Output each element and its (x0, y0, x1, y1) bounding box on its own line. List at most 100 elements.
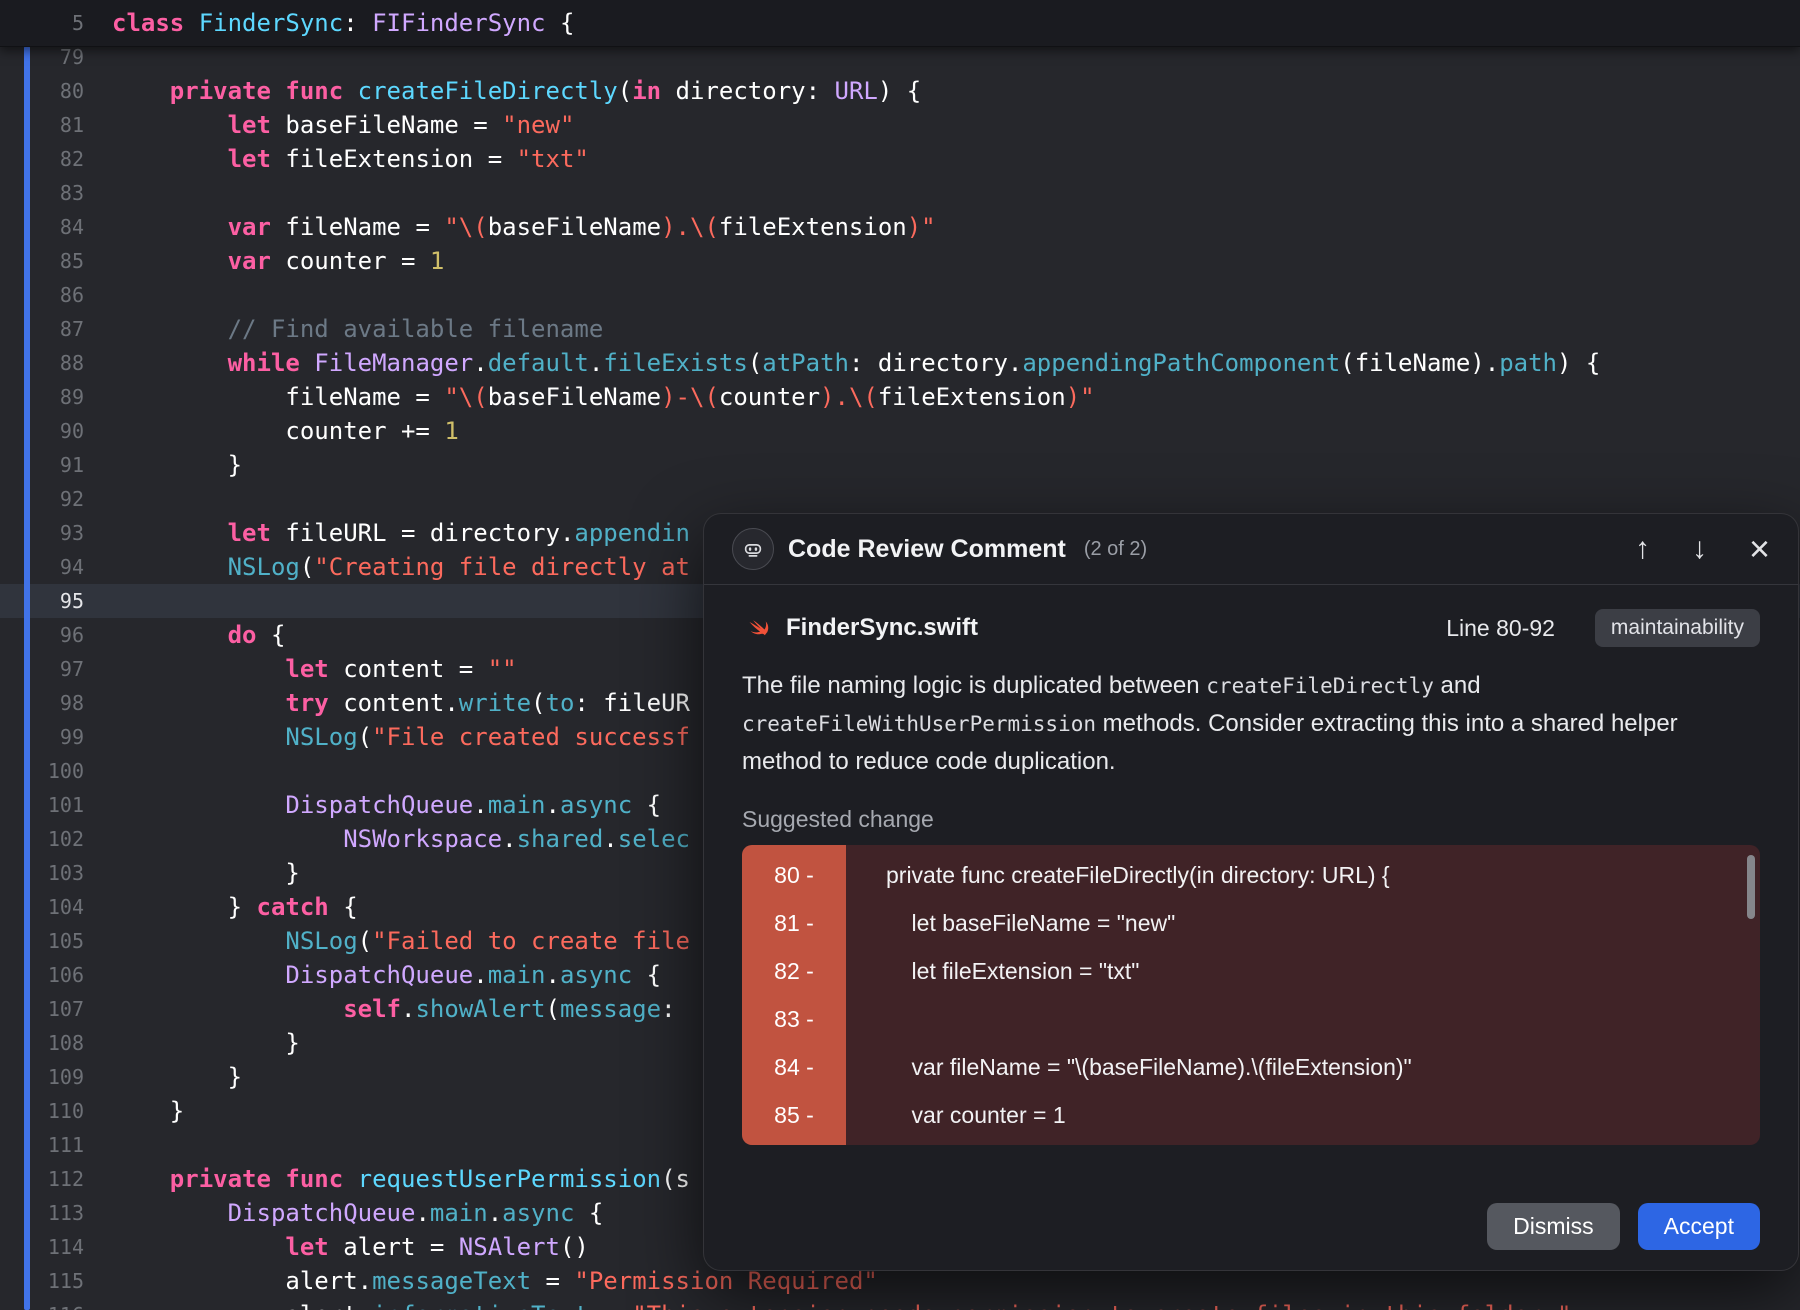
code-token: "txt" (517, 145, 589, 173)
line-number[interactable]: 87 (0, 317, 84, 341)
diff-line-number: 84 - (742, 1054, 846, 1081)
line-number[interactable]: 84 (0, 215, 84, 239)
code-line[interactable]: 80 private func createFileDirectly(in di… (0, 74, 1800, 108)
code-token: alert. (112, 1301, 372, 1310)
line-number[interactable]: 86 (0, 283, 84, 307)
line-number[interactable]: 114 (0, 1235, 84, 1259)
code-text: alert.messageText = "Permission Required… (112, 1267, 878, 1295)
line-number[interactable]: 88 (0, 351, 84, 375)
code-token: )" (907, 213, 936, 241)
code-line[interactable]: 84 var fileName = "\(baseFileName).\(fil… (0, 210, 1800, 244)
line-number[interactable]: 83 (0, 181, 84, 205)
line-number[interactable]: 85 (0, 249, 84, 273)
line-number[interactable]: 111 (0, 1133, 84, 1157)
code-token: ( (300, 553, 314, 581)
line-number[interactable]: 112 (0, 1167, 84, 1191)
code-token: . (473, 791, 487, 819)
line-number[interactable]: 100 (0, 759, 84, 783)
code-token: alert = (329, 1233, 459, 1261)
line-number[interactable]: 103 (0, 861, 84, 885)
comment-counter: (2 of 2) (1084, 538, 1147, 561)
code-token: : fileUR (574, 689, 690, 717)
line-number[interactable]: 93 (0, 521, 84, 545)
code-token: selec (618, 825, 690, 853)
line-number[interactable]: 96 (0, 623, 84, 647)
code-text: // Find available filename (112, 315, 603, 343)
suggested-change-diff[interactable]: 80 -private func createFileDirectly(in d… (742, 845, 1760, 1145)
diff-row: 82 - let fileExtension = "txt" (742, 947, 1760, 995)
line-number[interactable]: 89 (0, 385, 84, 409)
code-line[interactable]: 83 (0, 176, 1800, 210)
line-number[interactable]: 95 (0, 589, 84, 613)
code-line[interactable]: 87 // Find available filename (0, 312, 1800, 346)
line-number[interactable]: 101 (0, 793, 84, 817)
previous-comment-icon[interactable]: ↑ (1635, 534, 1650, 564)
code-line[interactable]: 88 while FileManager.default.fileExists(… (0, 346, 1800, 380)
line-number[interactable]: 110 (0, 1099, 84, 1123)
next-comment-icon[interactable]: ↓ (1692, 534, 1707, 564)
line-number[interactable]: 113 (0, 1201, 84, 1225)
code-token: . (415, 1199, 429, 1227)
code-text: try content.write(to: fileUR (112, 689, 690, 717)
diff-scrollbar[interactable] (1747, 855, 1755, 919)
code-line[interactable]: 116 alert.informativeText = "This extens… (0, 1298, 1800, 1310)
code-token: fileName = (271, 213, 444, 241)
code-token: . (502, 825, 516, 853)
code-token (112, 213, 228, 241)
code-line[interactable]: 81 let baseFileName = "new" (0, 108, 1800, 142)
line-number[interactable]: 97 (0, 657, 84, 681)
line-number[interactable]: 98 (0, 691, 84, 715)
line-number[interactable]: 81 (0, 113, 84, 137)
dismiss-button[interactable]: Dismiss (1487, 1203, 1620, 1250)
code-token: "\( (444, 213, 487, 241)
code-token: : (661, 995, 675, 1023)
code-token: )" (1066, 383, 1095, 411)
code-token (112, 689, 285, 717)
code-token: ) { (878, 77, 921, 105)
line-number[interactable]: 102 (0, 827, 84, 851)
code-token: let (228, 519, 271, 547)
code-line[interactable]: 85 var counter = 1 (0, 244, 1800, 278)
line-number[interactable]: 108 (0, 1031, 84, 1055)
code-token: "This extension needs permission to crea… (632, 1301, 1571, 1310)
line-number[interactable]: 99 (0, 725, 84, 749)
code-review-bot-icon (732, 528, 774, 570)
code-token: ( (618, 77, 632, 105)
code-line[interactable]: 86 (0, 278, 1800, 312)
accept-button[interactable]: Accept (1638, 1203, 1760, 1250)
line-number[interactable]: 90 (0, 419, 84, 443)
code-token: )-\( (661, 383, 719, 411)
code-token: . (473, 349, 487, 377)
line-number[interactable]: 106 (0, 963, 84, 987)
line-number[interactable]: 116 (0, 1303, 84, 1310)
line-number[interactable]: 80 (0, 79, 84, 103)
code-token: let (228, 145, 271, 173)
code-line[interactable]: 92 (0, 482, 1800, 516)
line-number[interactable]: 105 (0, 929, 84, 953)
line-number[interactable]: 79 (0, 45, 84, 69)
line-number[interactable]: 92 (0, 487, 84, 511)
code-token: DispatchQueue (228, 1199, 416, 1227)
code-token: FileManager (314, 349, 473, 377)
code-text: } (112, 1063, 242, 1091)
line-number[interactable]: 115 (0, 1269, 84, 1293)
code-token: appendin (574, 519, 690, 547)
sticky-code-text: class FinderSync: FIFinderSync { (112, 9, 574, 37)
line-number[interactable]: 107 (0, 997, 84, 1021)
line-number[interactable]: 104 (0, 895, 84, 919)
close-icon[interactable]: × (1749, 531, 1770, 567)
code-line[interactable]: 91 } (0, 448, 1800, 482)
code-line[interactable]: 90 counter += 1 (0, 414, 1800, 448)
code-text: let baseFileName = "new" (112, 111, 574, 139)
code-token: { (632, 791, 661, 819)
line-number[interactable]: 94 (0, 555, 84, 579)
line-number[interactable]: 109 (0, 1065, 84, 1089)
code-text: NSWorkspace.shared.selec (112, 825, 690, 853)
code-line[interactable]: 82 let fileExtension = "txt" (0, 142, 1800, 176)
code-token (112, 247, 228, 275)
code-line[interactable]: 89 fileName = "\(baseFileName)-\(counter… (0, 380, 1800, 414)
line-number[interactable]: 82 (0, 147, 84, 171)
comment-text-segment: The file naming logic is duplicated betw… (742, 672, 1206, 699)
line-number[interactable]: 91 (0, 453, 84, 477)
code-token: class (112, 9, 184, 37)
